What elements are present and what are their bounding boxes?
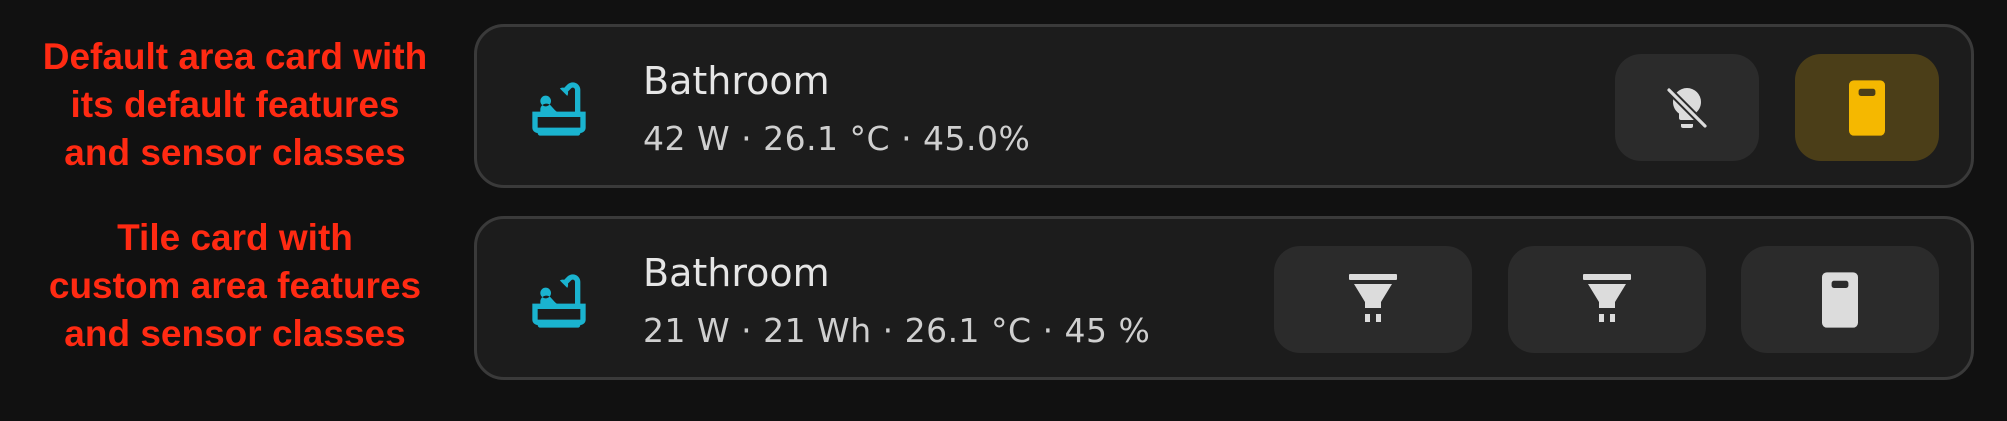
annotation-tile-card: Tile card with custom area features and …: [0, 214, 470, 358]
annotation-line: and sensor classes: [64, 313, 406, 354]
tile-card-bathroom[interactable]: Bathroom 21 W · 21 Wh · 26.1 °C · 45 %: [474, 216, 1974, 380]
annotation-line: custom area features: [48, 265, 422, 306]
card-sensor-state: 21 W · 21 Wh · 26.1 °C · 45 %: [643, 311, 1151, 350]
spotlight-icon: [1581, 272, 1633, 328]
door-sensor-button[interactable]: [1741, 246, 1939, 353]
spotlight-2-button[interactable]: [1508, 246, 1706, 353]
bathtub-icon: [527, 269, 591, 333]
annotation-line: Default area card with: [42, 36, 428, 77]
annotation-line: Tile card with: [117, 217, 353, 258]
bathtub-icon: [527, 77, 591, 141]
annotation-line: and sensor classes: [64, 132, 406, 173]
lightbulb-off-icon: [1663, 84, 1711, 132]
annotation-default-area-card: Default area card with its default featu…: [0, 33, 470, 177]
card-title: Bathroom: [643, 251, 830, 295]
annotation-line: its default features: [70, 84, 400, 125]
area-card-bathroom[interactable]: Bathroom 42 W · 26.1 °C · 45.0%: [474, 24, 1974, 188]
spotlight-icon: [1347, 272, 1399, 328]
spotlight-1-button[interactable]: [1274, 246, 1472, 353]
door-sensor-button[interactable]: [1795, 54, 1939, 161]
door-icon: [1816, 271, 1864, 329]
card-title: Bathroom: [643, 59, 830, 103]
door-icon: [1843, 79, 1891, 137]
card-sensor-state: 42 W · 26.1 °C · 45.0%: [643, 119, 1031, 158]
lights-off-toggle-button[interactable]: [1615, 54, 1759, 161]
